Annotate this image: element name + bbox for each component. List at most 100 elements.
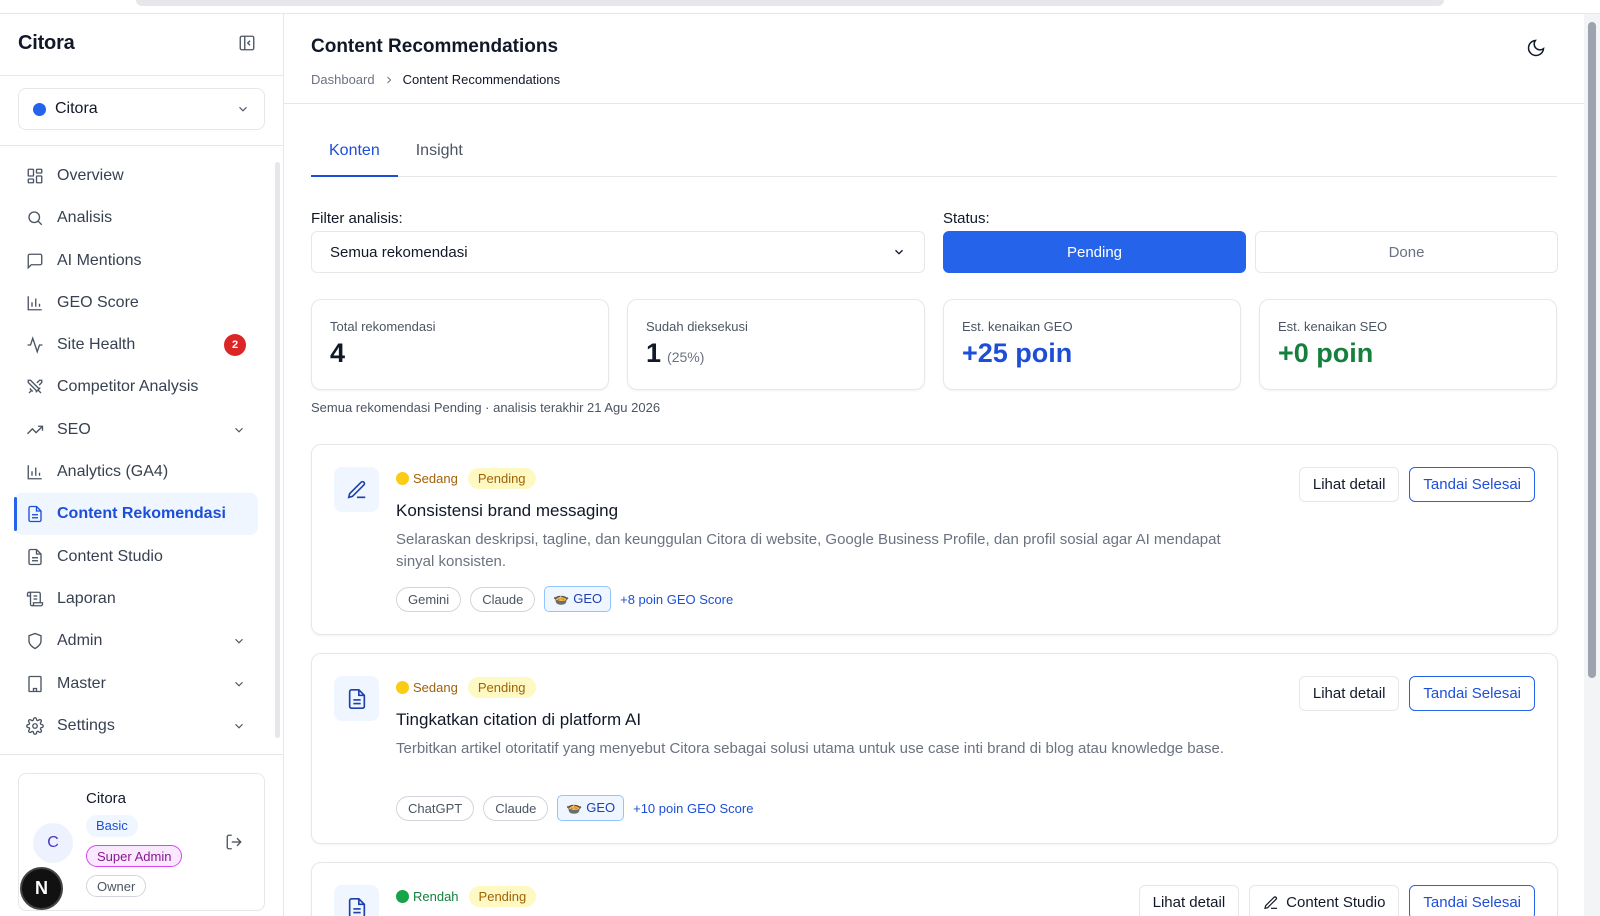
category-label: GEO — [586, 800, 616, 815]
chevron-down-icon — [895, 249, 903, 255]
recommendation-card: Rendah Pending Lihat detail Content Stud… — [311, 862, 1558, 916]
filter-select[interactable]: Semua rekomendasi — [311, 231, 925, 273]
priority-indicator: Sedang — [396, 471, 458, 486]
bar-chart-icon — [26, 294, 44, 312]
sidebar-item-site-health[interactable]: Site Health 2 — [14, 324, 258, 366]
stat-value: 4 — [330, 338, 345, 369]
card-meta: Rendah Pending — [396, 886, 537, 907]
recommendation-card: Sedang Pending Konsistensi brand messagi… — [311, 444, 1558, 635]
status-pending-button[interactable]: Pending — [943, 231, 1246, 273]
sidebar-item-laporan[interactable]: Laporan — [14, 578, 258, 620]
sidebar-item-content-rekomendasi[interactable]: Content Rekomendasi — [14, 493, 258, 536]
notification-badge: 2 — [224, 334, 246, 357]
page-scrollbar-thumb[interactable] — [1588, 22, 1596, 678]
sidebar-item-content-studio[interactable]: Content Studio — [14, 536, 258, 578]
status-badge: Pending — [467, 677, 536, 698]
sidebar-item-label: Content Rekomendasi — [57, 505, 226, 523]
view-detail-button[interactable]: Lihat detail — [1298, 676, 1400, 711]
chevron-down-icon — [235, 681, 243, 687]
chevron-down-icon — [235, 723, 243, 729]
sidebar-nav: Overview Analisis AI Mentions GEO Score … — [14, 155, 258, 747]
stat-value: +25 poin — [962, 338, 1073, 368]
priority-label: Sedang — [413, 680, 458, 695]
shield-icon — [26, 632, 44, 650]
sidebar-item-label: Site Health — [57, 336, 136, 354]
swords-icon — [26, 378, 44, 396]
sidebar-item-label: Analytics (GA4) — [57, 463, 169, 481]
logout-icon[interactable] — [225, 833, 243, 851]
project-color-dot — [33, 102, 46, 116]
building-icon — [26, 675, 44, 693]
sidebar-item-geo-score[interactable]: GEO Score — [14, 282, 258, 324]
filter-label: Filter analisis: — [311, 210, 403, 227]
sidebar-item-label: Competitor Analysis — [57, 378, 199, 396]
sidebar-item-master[interactable]: Master — [14, 663, 258, 705]
sidebar-item-overview[interactable]: Overview — [14, 155, 258, 197]
search-icon — [26, 209, 44, 227]
status-badge: Pending — [467, 468, 536, 489]
user-name: Citora — [86, 790, 127, 807]
brand-name: Citora — [18, 32, 75, 54]
sidebar-item-analisis[interactable]: Analisis — [14, 197, 258, 239]
page-scrollbar[interactable] — [1584, 14, 1600, 916]
sidebar-item-label: AI Mentions — [57, 251, 142, 269]
card-actions: Lihat detail Tandai Selesai — [1298, 676, 1535, 711]
tab-konten[interactable]: Konten — [311, 135, 398, 177]
sidebar-item-label: Settings — [57, 716, 115, 734]
project-selector[interactable]: Citora — [18, 88, 265, 130]
breadcrumb-dashboard[interactable]: Dashboard — [311, 72, 375, 87]
grid-icon — [26, 167, 44, 185]
score-gain: +10 poin GEO Score — [633, 800, 754, 816]
pencil-icon — [1264, 895, 1278, 909]
category-tag: 🍲 GEO — [544, 586, 612, 612]
sidebar-item-analytics[interactable]: Analytics (GA4) — [14, 451, 258, 493]
recommendation-card: Sedang Pending Tingkatkan citation di pl… — [311, 653, 1558, 844]
score-gain: +8 poin GEO Score — [620, 591, 734, 607]
tab-bar: Konten Insight — [311, 135, 1557, 177]
button-label: Content Studio — [1286, 894, 1386, 911]
sidebar-item-label: SEO — [57, 420, 91, 438]
view-detail-button[interactable]: Lihat detail — [1298, 467, 1400, 502]
brand-row: Citora — [0, 14, 283, 76]
tab-insight[interactable]: Insight — [398, 135, 481, 177]
stat-value: 1 (25%) — [646, 338, 704, 369]
mark-done-button[interactable]: Tandai Selesai — [1409, 676, 1535, 711]
sidebar-item-settings[interactable]: Settings — [14, 705, 258, 747]
summary-note: Semua rekomendasi Pending · analisis ter… — [311, 400, 661, 415]
priority-label: Rendah — [413, 889, 459, 904]
status-label: Status: — [943, 210, 990, 227]
sidebar-item-ai-mentions[interactable]: AI Mentions — [14, 240, 258, 282]
priority-dot — [396, 890, 409, 903]
sidebar-item-competitor-analysis[interactable]: Competitor Analysis — [14, 366, 258, 408]
sidebar-item-seo[interactable]: SEO — [14, 409, 258, 451]
platform-tag: Claude — [470, 586, 536, 612]
view-detail-button[interactable]: Lihat detail — [1138, 885, 1240, 916]
framework-dev-badge[interactable]: N — [20, 867, 63, 910]
role-badge: Super Admin — [86, 845, 183, 867]
status-done-button[interactable]: Done — [1255, 231, 1558, 273]
address-bar — [136, 0, 1444, 6]
mark-done-button[interactable]: Tandai Selesai — [1409, 885, 1535, 916]
mark-done-button[interactable]: Tandai Selesai — [1409, 467, 1535, 502]
content-studio-button[interactable]: Content Studio — [1249, 885, 1400, 916]
card-meta: Sedang Pending — [396, 677, 536, 698]
stat-total: Total rekomendasi 4 — [311, 299, 609, 390]
stat-executed: Sudah dieksekusi 1 (25%) — [627, 299, 925, 390]
card-meta: Sedang Pending — [396, 468, 536, 489]
sidebar-item-admin[interactable]: Admin — [14, 620, 258, 662]
avatar[interactable]: C — [33, 823, 73, 863]
membership-badge: Owner — [86, 875, 147, 897]
sidebar-scrollbar[interactable] — [275, 162, 280, 738]
card-tags: ChatGPT Claude 🍲 GEO +10 poin GEO Score — [396, 795, 753, 821]
platform-tag: Claude — [483, 795, 549, 821]
project-name: Citora — [55, 100, 98, 117]
browser-top-bar — [0, 0, 1600, 14]
priority-label: Sedang — [413, 471, 458, 486]
sidebar-collapse-icon[interactable] — [238, 34, 256, 52]
page-title: Content Recommendations — [311, 36, 559, 57]
sidebar-item-label: Analisis — [57, 209, 113, 227]
sidebar-item-label: Content Studio — [57, 547, 163, 565]
page-header: Content Recommendations Dashboard Conten… — [284, 14, 1584, 104]
moon-icon[interactable] — [1526, 38, 1546, 58]
priority-indicator: Sedang — [396, 680, 458, 695]
